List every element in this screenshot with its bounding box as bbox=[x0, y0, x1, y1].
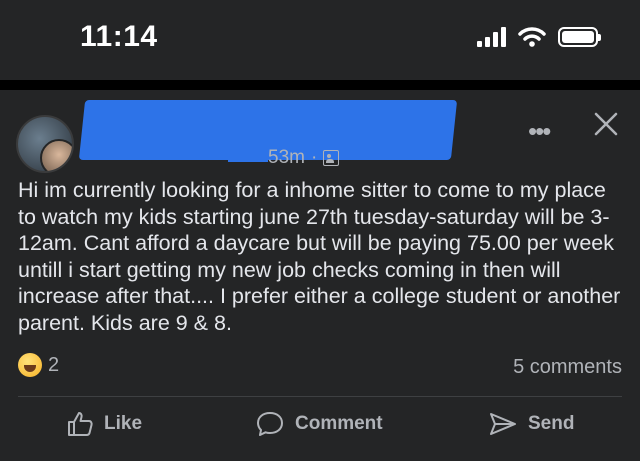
send-arrow-icon bbox=[490, 413, 516, 435]
feed-divider bbox=[0, 80, 640, 90]
send-button[interactable]: Send bbox=[488, 410, 574, 438]
wifi-icon bbox=[518, 27, 546, 47]
reactions-summary[interactable]: 2 bbox=[18, 353, 59, 377]
like-button[interactable]: Like bbox=[66, 410, 142, 438]
post-body: Hi im currently looking for a inhome sit… bbox=[18, 178, 621, 335]
audience-icon bbox=[323, 150, 340, 166]
close-icon[interactable] bbox=[592, 110, 620, 138]
meta-separator: · bbox=[310, 147, 318, 168]
post-meta: 53m · bbox=[268, 147, 340, 169]
status-icons bbox=[477, 26, 601, 48]
cellular-signal-icon bbox=[477, 27, 506, 47]
post-time[interactable]: 53m bbox=[268, 147, 305, 169]
actions-divider bbox=[18, 396, 622, 397]
reaction-count: 2 bbox=[48, 353, 60, 376]
user-avatar[interactable] bbox=[40, 139, 72, 171]
comment-button[interactable]: Comment bbox=[255, 410, 383, 438]
comments-count[interactable]: 5 comments bbox=[513, 356, 622, 379]
post-actions: Like Comment Send bbox=[0, 410, 640, 442]
status-bar: 11:14 bbox=[0, 0, 640, 80]
like-label: Like bbox=[104, 413, 143, 434]
battery-icon bbox=[558, 27, 601, 47]
status-time: 11:14 bbox=[80, 20, 158, 53]
haha-reaction-icon bbox=[18, 353, 42, 377]
post-card: 53m · ••• Hi im currently looking for a … bbox=[0, 90, 640, 461]
more-options-icon[interactable]: ••• bbox=[528, 116, 551, 147]
comment-label: Comment bbox=[295, 413, 383, 434]
group-avatar[interactable] bbox=[16, 115, 74, 173]
thumbs-up-icon bbox=[68, 412, 93, 436]
comment-bubble-icon bbox=[257, 412, 283, 436]
redacted-author-name-tail bbox=[228, 146, 268, 162]
send-label: Send bbox=[528, 413, 575, 434]
